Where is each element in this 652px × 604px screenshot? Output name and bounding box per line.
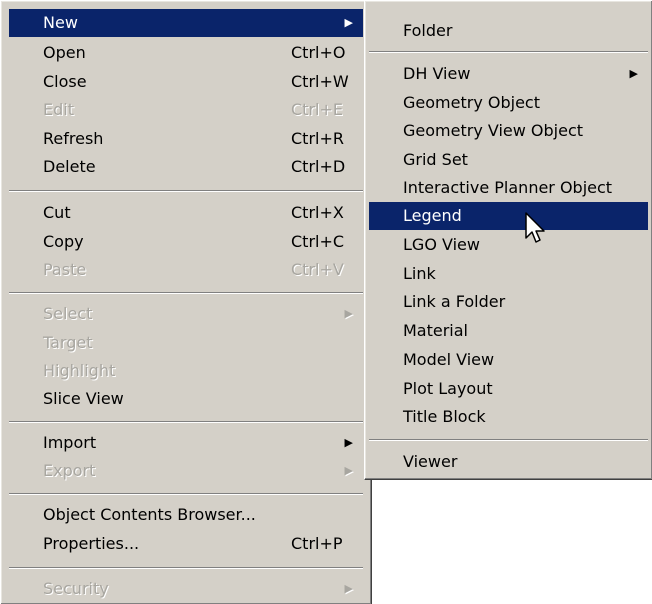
menu-item-copy[interactable]: Copy Ctrl+C [9,228,363,256]
menu-item-label: Export [43,461,96,480]
menu-item-label: Interactive Planner Object [403,178,613,197]
menu-item-select: Select ▶ [9,300,363,328]
menu-item-geometry-object[interactable]: Geometry Object [369,89,648,117]
mouse-pointer-icon [525,212,545,243]
menu-item-label: Highlight [43,361,116,380]
menu-separator [9,567,363,569]
menu-item-label: Grid Set [403,150,468,169]
menu-item-shortcut: Ctrl+R [291,129,344,148]
menu-item-label: Import [43,433,97,452]
menu-item-paste: Paste Ctrl+V [9,256,363,284]
menu-item-shortcut: Ctrl+O [291,43,346,62]
menu-item-label: Edit [43,100,74,119]
menu-separator [9,421,363,423]
menu-item-label: Model View [403,350,495,369]
menu-separator [9,190,363,192]
menu-item-plot-layout[interactable]: Plot Layout [369,375,648,403]
menu-item-label: New [43,13,78,32]
menu-item-new[interactable]: New ▶ [9,9,363,37]
menu-item-label: Select [43,304,93,323]
menu-separator [9,493,363,495]
menu-item-object-contents-browser[interactable]: Object Contents Browser... [9,501,363,529]
new-submenu: Folder DH View ▶ Geometry Object Geometry Vi… [364,0,652,480]
menu-item-label: Security [43,579,109,598]
submenu-arrow-icon: ▶ [344,436,353,449]
menu-item-target: Target [9,329,363,357]
menu-separator [9,292,363,294]
menu-item-label: Object Contents Browser... [43,505,256,524]
submenu-arrow-icon: ▶ [344,307,353,320]
menu-item-cut[interactable]: Cut Ctrl+X [9,199,363,227]
menu-item-shortcut: Ctrl+P [291,534,343,553]
menu-item-label: Material [403,321,468,340]
menu-item-import[interactable]: Import ▶ [9,429,363,457]
menu-item-label: Paste [43,260,87,279]
menu-item-label: Close [43,72,87,91]
menu-item-edit: Edit Ctrl+E [9,96,363,124]
menu-item-slice-view[interactable]: Slice View [9,385,363,413]
menu-separator [369,439,648,441]
menu-item-label: Copy [43,232,84,251]
menu-item-shortcut: Ctrl+V [291,260,344,279]
menu-item-grid-set[interactable]: Grid Set [369,146,648,174]
menu-item-highlight: Highlight [9,357,363,385]
menu-item-viewer[interactable]: Viewer [369,448,648,476]
menu-item-shortcut: Ctrl+W [291,72,349,91]
menu-item-label: Refresh [43,129,104,148]
menu-item-label: Folder [403,21,453,40]
menu-item-label: Legend [403,206,462,225]
menu-item-label: Properties... [43,534,140,553]
menu-item-label: Link [403,264,436,283]
menu-item-label: Delete [43,157,96,176]
menu-item-model-view[interactable]: Model View [369,346,648,374]
menu-item-shortcut: Ctrl+E [291,100,343,119]
menu-item-material[interactable]: Material [369,317,648,345]
menu-item-link-a-folder[interactable]: Link a Folder [369,288,648,316]
menu-item-label: LGO View [403,235,480,254]
menu-item-label: Viewer [403,452,458,471]
submenu-arrow-icon: ▶ [344,16,353,29]
menu-item-label: Geometry View Object [403,121,584,140]
menu-item-properties[interactable]: Properties... Ctrl+P [9,530,363,558]
menu-item-security: Security ▶ [9,575,363,603]
menu-item-title-block[interactable]: Title Block [369,403,648,431]
menu-item-lgo-view[interactable]: LGO View [369,231,648,259]
menu-item-label: Target [43,333,93,352]
menu-item-open[interactable]: Open Ctrl+O [9,39,363,67]
submenu-arrow-icon: ▶ [344,582,353,595]
menu-item-legend[interactable]: Legend [369,202,648,230]
menu-item-label: DH View [403,64,471,83]
menu-item-export: Export ▶ [9,457,363,485]
submenu-arrow-icon: ▶ [629,67,638,80]
menu-separator [369,51,648,53]
menu-item-label: Slice View [43,389,124,408]
menu-item-label: Cut [43,203,71,222]
menu-item-link[interactable]: Link [369,260,648,288]
menu-item-shortcut: Ctrl+D [291,157,346,176]
menu-item-close[interactable]: Close Ctrl+W [9,68,363,96]
context-menu: New ▶ Open Ctrl+O Close Ctrl+W Edit Ctrl+E Refre… [0,0,372,604]
menu-item-shortcut: Ctrl+C [291,232,345,251]
menu-item-label: Title Block [403,407,486,426]
menu-item-label: Geometry Object [403,93,540,112]
menu-item-interactive-planner-object[interactable]: Interactive Planner Object [369,174,648,202]
menu-item-label: Link a Folder [403,292,506,311]
menu-item-geometry-view-object[interactable]: Geometry View Object [369,117,648,145]
menu-item-shortcut: Ctrl+X [291,203,344,222]
menu-item-folder[interactable]: Folder [369,17,648,45]
menu-item-delete[interactable]: Delete Ctrl+D [9,153,363,181]
menu-item-label: Plot Layout [403,379,493,398]
menu-item-label: Open [43,43,86,62]
menu-item-refresh[interactable]: Refresh Ctrl+R [9,125,363,153]
submenu-arrow-icon: ▶ [344,464,353,477]
menu-item-dh-view[interactable]: DH View ▶ [369,60,648,88]
